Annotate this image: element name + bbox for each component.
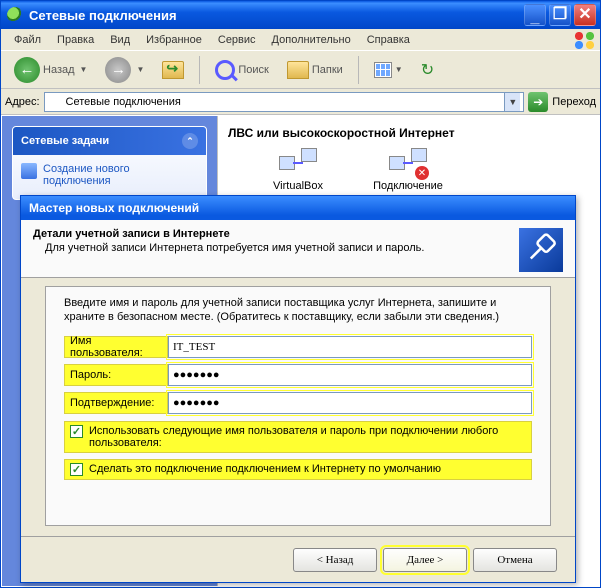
wizard-header: Детали учетной записи в Интернете Для уч… xyxy=(21,220,575,278)
address-field[interactable]: Сетевые подключения ▼ xyxy=(44,92,525,112)
cancel-button[interactable]: Отмена xyxy=(473,548,557,572)
toolbar: ← Назад ▼ → ▼ Поиск Папки ▼ ↻ xyxy=(1,51,600,89)
connection-item-podkluchenie[interactable]: ✕ Подключение xyxy=(368,148,448,192)
chevron-down-icon: ▼ xyxy=(395,65,403,74)
search-label: Поиск xyxy=(238,64,268,76)
lan-section-header: ЛВС или высокоскоростной Интернет xyxy=(228,126,589,140)
next-button[interactable]: Далее > xyxy=(383,548,467,572)
back-arrow-icon: ← xyxy=(14,57,40,83)
windows-flag-icon xyxy=(574,31,596,49)
connector-icon xyxy=(519,228,563,272)
input-password[interactable] xyxy=(168,364,532,386)
menu-view[interactable]: Вид xyxy=(103,31,137,49)
menubar: Файл Правка Вид Избранное Сервис Дополни… xyxy=(1,29,600,51)
task-header[interactable]: Сетевые задачи ⌃ xyxy=(13,127,206,155)
connections-row: VirtualBox ✕ Подключение xyxy=(258,148,589,192)
label-password: Пароль: xyxy=(64,364,168,386)
folders-label: Папки xyxy=(312,64,343,76)
connection-label: VirtualBox xyxy=(273,180,323,192)
separator xyxy=(199,56,200,84)
folders-button[interactable]: Папки xyxy=(280,57,350,83)
checkbox-row-default[interactable]: ✓ Сделать это подключение подключением к… xyxy=(64,459,532,480)
back-button[interactable]: < Назад xyxy=(293,548,377,572)
maximize-button[interactable]: ❐ xyxy=(549,4,571,26)
task-item-new-connection[interactable]: Создание нового подключения xyxy=(13,155,206,199)
input-confirm[interactable] xyxy=(168,392,532,414)
row-confirm: Подтверждение: xyxy=(64,391,532,415)
back-button[interactable]: ← Назад ▼ xyxy=(7,53,94,87)
chevron-down-icon: ▼ xyxy=(136,65,144,74)
menu-help[interactable]: Справка xyxy=(360,31,417,49)
forward-button[interactable]: → ▼ xyxy=(98,53,151,87)
row-password: Пароль: xyxy=(64,363,532,387)
task-header-label: Сетевые задачи xyxy=(21,135,109,147)
menu-favorites[interactable]: Избранное xyxy=(139,31,209,49)
connection-label: Подключение xyxy=(373,180,443,192)
task-item-label: Создание нового подключения xyxy=(43,163,198,187)
addressbar: Адрес: Сетевые подключения ▼ ➔ Переход xyxy=(1,89,600,115)
menu-file[interactable]: Файл xyxy=(7,31,48,49)
forward-arrow-icon: → xyxy=(105,57,131,83)
folder-icon xyxy=(287,61,309,79)
refresh-button[interactable]: ↻ xyxy=(414,56,441,84)
up-button[interactable] xyxy=(155,57,191,83)
search-button[interactable]: Поиск xyxy=(208,56,275,84)
checkbox-anyuser-label: Использовать следующие имя пользователя … xyxy=(89,425,526,449)
wizard-icon xyxy=(21,163,37,179)
menu-edit[interactable]: Правка xyxy=(50,31,101,49)
address-label: Адрес: xyxy=(5,96,40,108)
network-connections-icon xyxy=(7,7,23,23)
close-button[interactable]: ✕ xyxy=(574,4,596,26)
wizard-body: Введите имя и пароль для учетной записи … xyxy=(45,286,551,526)
minimize-button[interactable]: _ xyxy=(524,4,546,26)
menu-advanced[interactable]: Дополнительно xyxy=(265,31,358,49)
go-arrow-icon: ➔ xyxy=(533,95,543,109)
back-label: Назад xyxy=(43,64,75,76)
go-button[interactable]: ➔ xyxy=(528,92,548,112)
titlebar[interactable]: Сетевые подключения _ ❐ ✕ xyxy=(1,1,600,29)
wizard-title: Мастер новых подключений xyxy=(29,201,199,215)
wizard-titlebar[interactable]: Мастер новых подключений xyxy=(21,196,575,220)
input-username[interactable] xyxy=(168,336,532,358)
address-value: Сетевые подключения xyxy=(66,96,181,108)
network-adapter-icon: ✕ xyxy=(389,148,427,178)
views-icon xyxy=(374,62,392,78)
window-title: Сетевые подключения xyxy=(29,8,177,23)
address-dropdown-button[interactable]: ▼ xyxy=(504,93,520,111)
window-controls: _ ❐ ✕ xyxy=(524,4,596,26)
task-box: Сетевые задачи ⌃ Создание нового подключ… xyxy=(12,126,207,200)
wizard-heading: Детали учетной записи в Интернете xyxy=(33,228,519,240)
refresh-icon: ↻ xyxy=(421,60,434,80)
row-username: Имя пользователя: xyxy=(64,335,532,359)
search-icon xyxy=(215,60,235,80)
label-username: Имя пользователя: xyxy=(64,336,168,358)
checkbox-row-anyuser[interactable]: ✓ Использовать следующие имя пользовател… xyxy=(64,421,532,453)
connection-item-virtualbox[interactable]: VirtualBox xyxy=(258,148,338,192)
network-icon xyxy=(48,95,62,109)
checkbox-default[interactable]: ✓ xyxy=(70,463,83,476)
checkbox-default-label: Сделать это подключение подключением к И… xyxy=(89,463,441,475)
network-adapter-icon xyxy=(279,148,317,178)
folder-up-icon xyxy=(162,61,184,79)
error-badge-icon: ✕ xyxy=(415,166,429,180)
wizard-footer: < Назад Далее > Отмена xyxy=(21,536,575,582)
separator xyxy=(358,56,359,84)
label-confirm: Подтверждение: xyxy=(64,392,168,414)
collapse-icon[interactable]: ⌃ xyxy=(182,133,198,149)
wizard-intro-text: Введите имя и пароль для учетной записи … xyxy=(64,297,532,325)
new-connection-wizard: Мастер новых подключений Детали учетной … xyxy=(20,195,576,583)
views-button[interactable]: ▼ xyxy=(367,58,410,82)
go-label: Переход xyxy=(552,96,596,108)
chevron-down-icon: ▼ xyxy=(80,65,88,74)
menu-tools[interactable]: Сервис xyxy=(211,31,263,49)
wizard-subheading: Для учетной записи Интернета потребуется… xyxy=(45,242,519,254)
checkbox-anyuser[interactable]: ✓ xyxy=(70,425,83,438)
